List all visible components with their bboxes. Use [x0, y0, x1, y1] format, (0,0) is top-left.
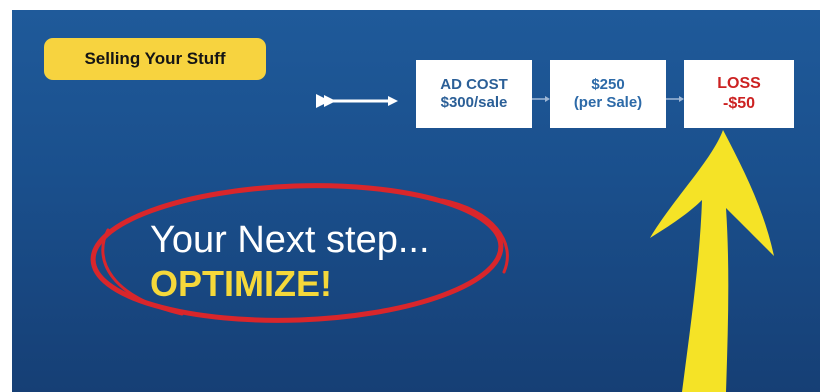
- flow-box-ad-cost-value: $300/sale: [440, 94, 508, 111]
- dart-arrow-icon: [316, 94, 398, 108]
- flow-box-revenue-caption: (per Sale): [573, 94, 643, 111]
- headline: Your Next step... OPTIMIZE!: [150, 218, 430, 306]
- flow-box-loss-title: LOSS: [717, 75, 761, 92]
- flow-box-ad-cost-title: AD COST: [440, 76, 508, 93]
- flow-connector-1: [532, 96, 550, 102]
- flow-connector-2: [666, 96, 684, 102]
- flow-box-loss: LOSS -$50: [684, 60, 794, 128]
- flow-box-loss-value: -$50: [722, 95, 756, 112]
- flow-box-ad-cost: AD COST $300/sale: [416, 60, 532, 128]
- flow-box-revenue-value: $250: [591, 76, 625, 93]
- headline-line-2: OPTIMIZE!: [150, 263, 332, 304]
- flow-box-revenue: $250 (per Sale): [550, 60, 666, 128]
- headline-line-1: Your Next step...: [150, 219, 430, 261]
- slide: Selling Your Stuff AD COST $300/sale $25…: [12, 10, 820, 392]
- yellow-arrow-icon: [650, 130, 774, 392]
